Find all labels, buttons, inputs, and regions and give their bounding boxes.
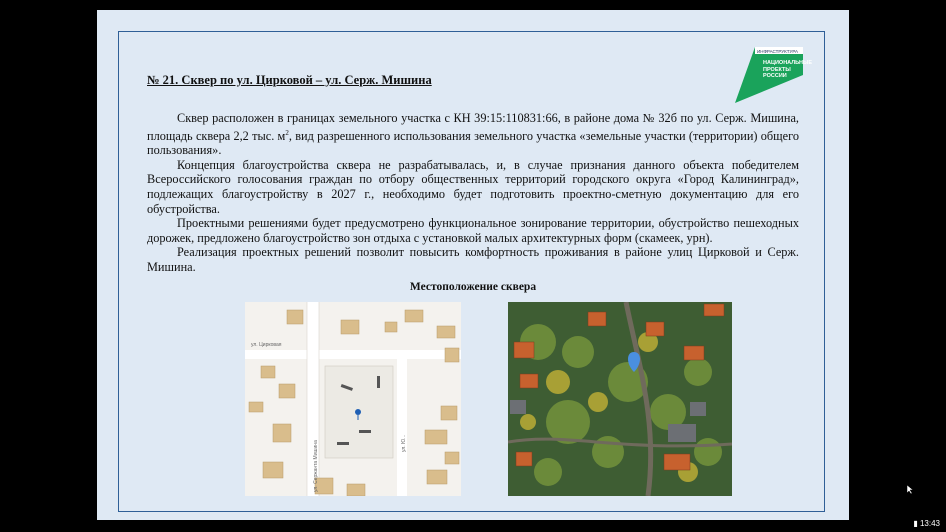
paragraph-4: Реализация проектных решений позволит по… bbox=[147, 245, 799, 275]
location-caption: Местоположение сквера bbox=[409, 281, 537, 293]
status-clock: ▮ 13:43 bbox=[913, 519, 940, 528]
mouse-cursor-icon bbox=[906, 482, 915, 500]
street-map-image: ул. Цирковая ул. Сержанта Мишина ул. Ю..… bbox=[245, 302, 461, 496]
paragraph-3: Проектными решениями будет предусмотрено… bbox=[147, 216, 799, 245]
clock-label: 13:43 bbox=[919, 519, 940, 528]
logo-infrastructure-label: ИНФРАСТРУКТУРА bbox=[757, 49, 799, 54]
national-projects-logo: ИНФРАСТРУКТУРА НАЦИОНАЛЬНЫЕ ПРОЕКТЫ РОСС… bbox=[735, 45, 813, 103]
paragraph-1: Сквер расположен в границах земельного у… bbox=[147, 111, 799, 158]
slide-title: № 21. Сквер по ул. Цирковой – ул. Серж. … bbox=[147, 73, 432, 87]
map-street-third-label: ул. Ю... bbox=[401, 435, 407, 452]
paragraph-2: Концепция благоустройства сквера не разр… bbox=[147, 157, 799, 216]
slide-body: Сквер расположен в границах земельного у… bbox=[147, 111, 799, 275]
signal-icon: ▮ bbox=[913, 519, 920, 528]
satellite-image bbox=[508, 302, 732, 496]
map-street-mishina-label: ул. Сержанта Мишина bbox=[313, 440, 319, 492]
logo-national-projects-label: НАЦИОНАЛЬНЫЕ ПРОЕКТЫ РОССИИ bbox=[763, 60, 813, 79]
map-street-circus-label: ул. Цирковая bbox=[251, 342, 282, 348]
presentation-slide: ИНФРАСТРУКТУРА НАЦИОНАЛЬНЫЕ ПРОЕКТЫ РОСС… bbox=[97, 10, 849, 520]
